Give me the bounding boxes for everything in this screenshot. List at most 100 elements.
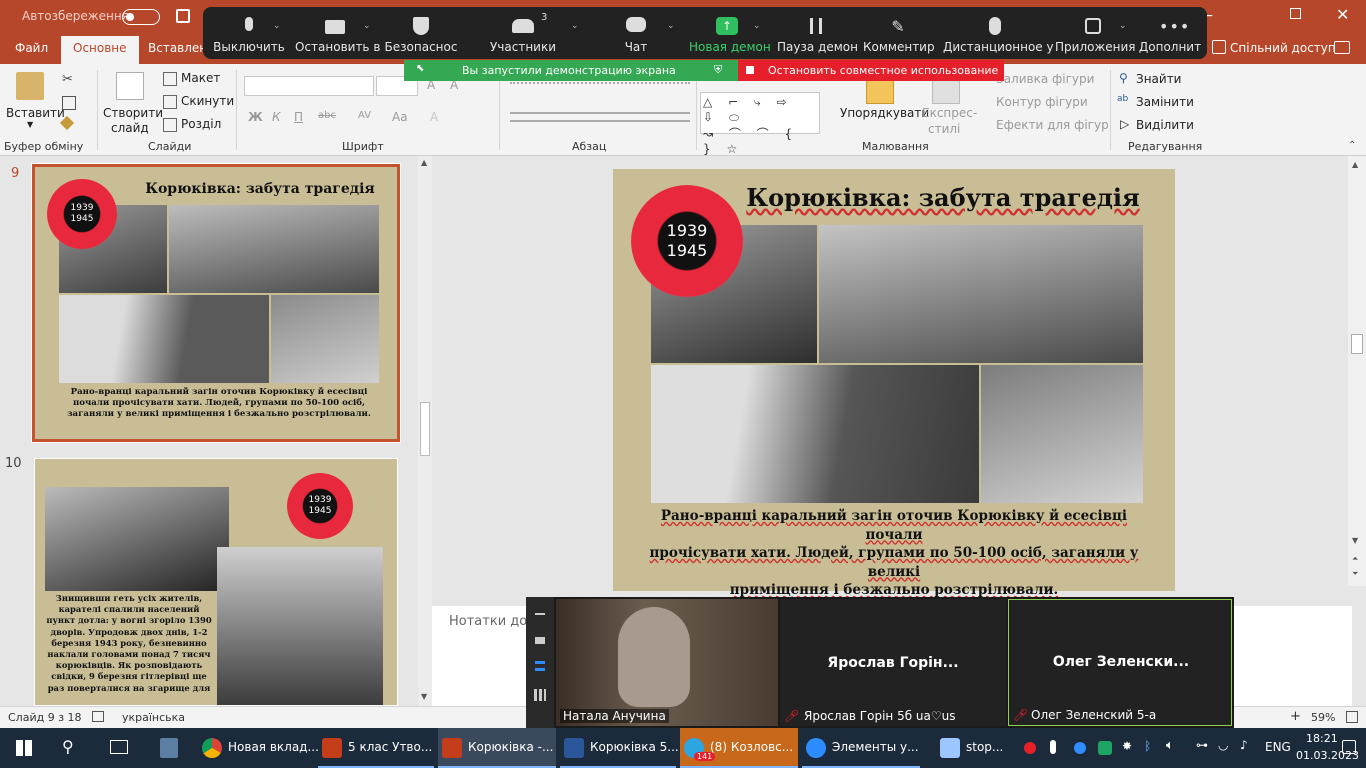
minimize-panel-icon[interactable] xyxy=(535,613,545,615)
video-tile-natala[interactable]: Натала Анучина xyxy=(556,599,778,726)
share-icon[interactable] xyxy=(1212,40,1226,54)
underline-button[interactable]: П xyxy=(294,110,303,124)
tab-home[interactable]: Основне xyxy=(61,36,139,64)
memorial-photo[interactable] xyxy=(651,365,979,503)
chevron-down-icon[interactable]: ⌄ xyxy=(667,21,675,31)
strikethrough-button[interactable]: abc xyxy=(318,110,336,121)
chevron-down-icon[interactable]: ⌄ xyxy=(273,21,281,31)
gallery-view-icon[interactable] xyxy=(534,689,546,701)
select-button[interactable]: Виділити xyxy=(1136,118,1194,132)
next-slide-icon[interactable]: ⏷ xyxy=(1352,569,1358,579)
notifications-icon[interactable] xyxy=(1342,740,1356,754)
list-buttons[interactable] xyxy=(510,82,690,92)
strip-view-icon[interactable] xyxy=(535,661,545,671)
cut-icon[interactable]: ✂ xyxy=(62,72,76,87)
reset-button[interactable]: Скинути xyxy=(181,94,234,108)
ruins-photo[interactable] xyxy=(819,225,1143,363)
thumbnail-scrollbar[interactable]: ▲ ▼ xyxy=(418,156,432,706)
current-slide[interactable]: Корюківка: забута трагедія 1939 1945 Ран… xyxy=(613,169,1175,598)
taskbar-powerpoint-2[interactable]: Корюківка -... xyxy=(438,728,556,768)
align-buttons[interactable] xyxy=(510,112,690,122)
bluetooth-icon[interactable]: ᛒ xyxy=(1144,739,1151,753)
quick-styles-button[interactable]: Експрес- xyxy=(922,106,977,120)
quick-styles-button-line2[interactable]: стилі xyxy=(928,122,960,136)
new-slide-button-line2[interactable]: слайд xyxy=(111,121,149,135)
network-icon[interactable]: ⊶ xyxy=(1196,738,1208,752)
select-icon[interactable]: ▷ xyxy=(1120,117,1134,131)
restore-icon[interactable] xyxy=(1290,8,1301,19)
annotate-button[interactable]: ✎ Комментир xyxy=(863,7,935,59)
font-color-icon[interactable]: A xyxy=(430,110,438,124)
search-icon[interactable]: ⚲ xyxy=(62,737,74,756)
comments-icon[interactable] xyxy=(1334,41,1350,54)
zoom-in-icon[interactable]: + xyxy=(1290,709,1301,724)
find-button[interactable]: Знайти xyxy=(1136,72,1181,86)
taskbar-zoom[interactable]: Элементы у... xyxy=(802,728,920,768)
calculator-icon[interactable] xyxy=(160,738,178,758)
copy-icon[interactable] xyxy=(62,96,76,110)
zoom-level[interactable]: 59% xyxy=(1311,711,1335,724)
task-view-icon[interactable] xyxy=(110,740,128,754)
paste-button[interactable]: Вставити xyxy=(6,106,65,120)
zoom-tray-icon[interactable] xyxy=(1074,742,1086,754)
arrange-button[interactable]: Упорядкувати xyxy=(840,106,929,120)
stop-video-button[interactable]: Остановить в xyxy=(295,7,380,59)
more-button[interactable]: ••• Дополнит xyxy=(1135,7,1205,59)
previous-slide-icon[interactable]: ⏶ xyxy=(1352,554,1358,564)
taskbar-word[interactable]: Корюківка 5... xyxy=(560,728,679,768)
speaker-icon[interactable]: ♪ xyxy=(1240,738,1248,752)
participants-button[interactable]: 3 Участники xyxy=(485,7,561,59)
search-icon[interactable]: ⚲ xyxy=(1119,71,1133,85)
slide-counter[interactable]: Слайд 9 з 18 xyxy=(8,711,82,724)
chevron-down-icon[interactable]: ⌄ xyxy=(753,21,761,31)
new-slide-button[interactable]: Створити xyxy=(103,106,163,120)
tab-file[interactable]: Файл xyxy=(15,41,48,55)
stop-share-button[interactable]: Остановить совместное использование xyxy=(738,60,1004,81)
chevron-down-icon[interactable]: ⌄ xyxy=(1119,21,1127,31)
notes-placeholder[interactable]: Нотатки до xyxy=(449,614,527,629)
char-spacing-button[interactable]: AV xyxy=(358,110,371,121)
taskbar-telegram[interactable]: 141 (8) Козловс... xyxy=(680,728,798,768)
taskbar-chrome[interactable]: Новая вклад... xyxy=(198,728,319,768)
section-icon[interactable] xyxy=(163,118,177,132)
shape-fill-button[interactable]: Заливка фігури xyxy=(996,72,1094,86)
scrollbar-thumb[interactable] xyxy=(420,402,430,456)
scroll-down-icon[interactable]: ▼ xyxy=(1352,536,1358,545)
recording-tray-icon[interactable] xyxy=(1024,742,1036,754)
close-icon[interactable]: ✕ xyxy=(1336,5,1349,24)
microphone-tray-icon[interactable] xyxy=(1050,740,1056,754)
chat-button[interactable]: Чат xyxy=(601,7,671,59)
paste-icon[interactable] xyxy=(16,72,44,100)
victims-photo[interactable] xyxy=(981,365,1143,503)
taskbar-zoom-share[interactable]: stop... xyxy=(936,728,1016,768)
slide-caption[interactable]: Рано-вранці каральний загін оточив Корюк… xyxy=(635,507,1153,600)
reset-icon[interactable] xyxy=(163,95,177,109)
autosave-toggle[interactable] xyxy=(122,9,160,25)
mute-button[interactable]: Выключить xyxy=(211,7,287,59)
section-button[interactable]: Розділ xyxy=(181,117,221,131)
share-button[interactable]: Спільний доступ xyxy=(1230,41,1336,55)
drag-handle-icon[interactable]: ⬉ xyxy=(416,63,424,74)
chevron-down-icon[interactable]: ⌄ xyxy=(363,21,371,31)
slide-thumbnail-9[interactable]: Корюківка: забута трагедія 1939 1945 Ран… xyxy=(31,163,401,443)
tray-app-icon[interactable] xyxy=(1098,741,1112,755)
scroll-up-icon[interactable]: ▲ xyxy=(421,158,427,167)
collapse-ribbon-icon[interactable]: ⌃ xyxy=(1348,140,1356,151)
keyboard-language[interactable]: ENG xyxy=(1265,740,1291,754)
chevron-down-icon[interactable]: ▼ xyxy=(27,120,33,129)
font-family-combo[interactable] xyxy=(244,76,374,96)
change-case-button[interactable]: Aa xyxy=(392,110,408,124)
slide-thumbnail-10[interactable]: 1939 1945 Знищивши геть усіх жителів, ка… xyxy=(34,458,398,706)
language-indicator[interactable]: українська xyxy=(122,711,185,724)
spellcheck-icon[interactable] xyxy=(92,711,104,722)
video-tile-oleg[interactable]: Олег Зеленски... 🎤︎ Олег Зеленский 5-а xyxy=(1008,599,1232,726)
speaker-view-icon[interactable] xyxy=(535,637,545,644)
replace-icon[interactable]: ab xyxy=(1117,94,1131,108)
new-slide-icon[interactable] xyxy=(116,72,144,100)
tray-icon[interactable]: ✸ xyxy=(1122,739,1132,753)
bold-button[interactable]: Ж xyxy=(248,110,263,124)
slide-scrollbar[interactable]: ▲ ▼ ⏶ ⏷ xyxy=(1348,156,1366,586)
apps-button[interactable]: Приложения xyxy=(1055,7,1136,59)
slide-title[interactable]: Корюківка: забута трагедія xyxy=(733,183,1153,212)
fit-slide-icon[interactable] xyxy=(1346,711,1358,723)
